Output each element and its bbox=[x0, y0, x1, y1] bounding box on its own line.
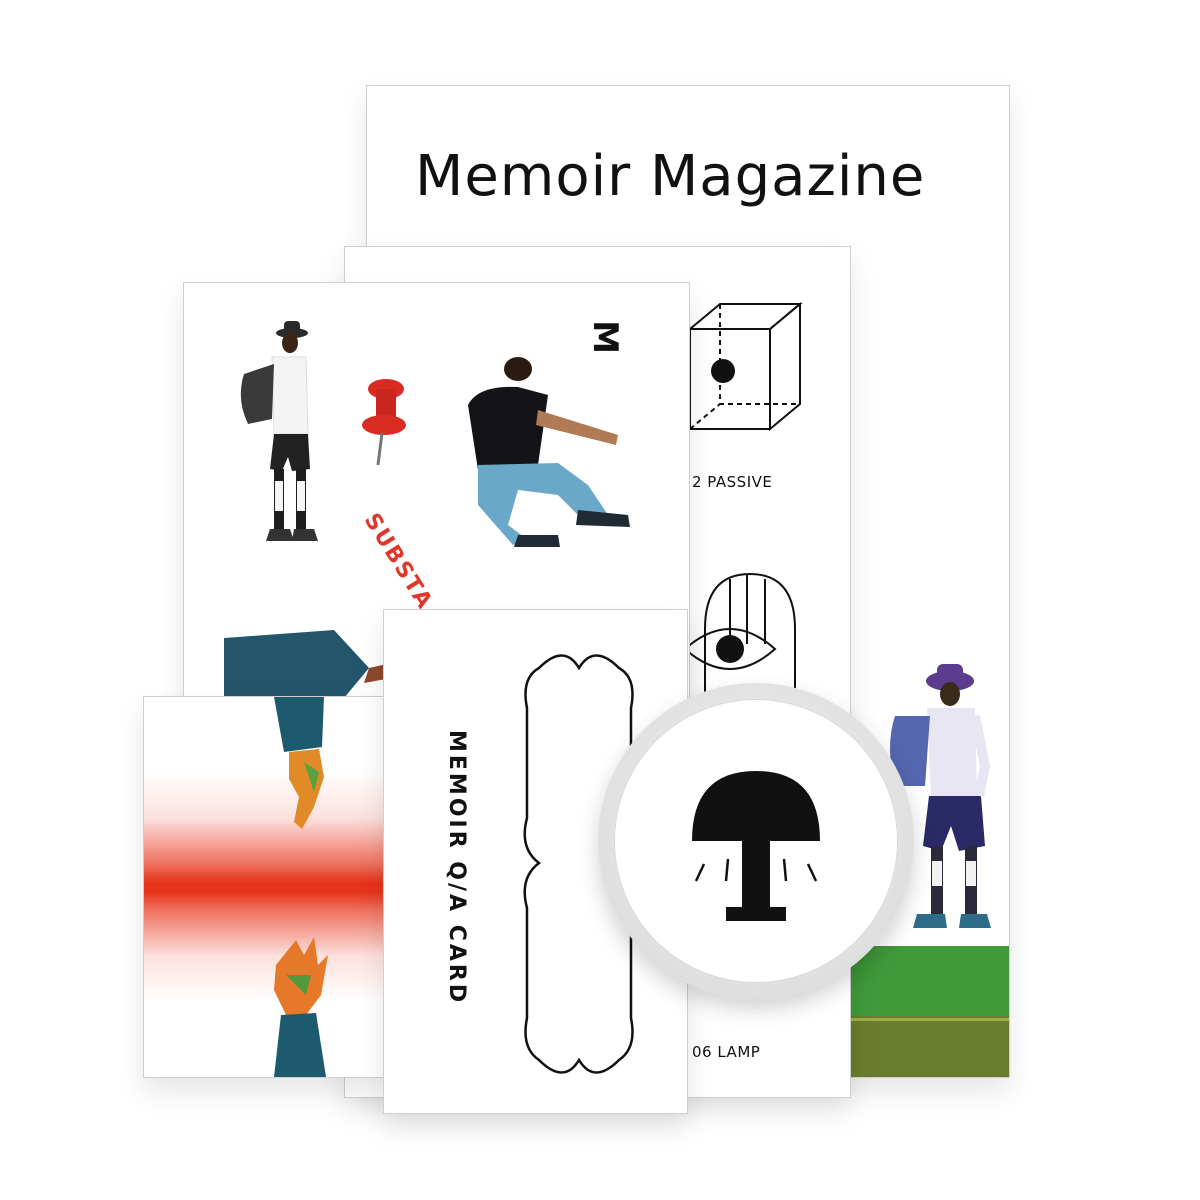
jumping-man-photo bbox=[468, 357, 630, 547]
magazine-title: Memoir Magazine bbox=[415, 144, 926, 209]
curved-brand-text: SUBSTA bbox=[358, 509, 438, 615]
reaching-hand-top-photo bbox=[274, 697, 324, 829]
sticker-label-passive: 2 PASSIVE bbox=[692, 473, 773, 491]
badge-face bbox=[614, 699, 898, 983]
lamp-badge bbox=[598, 683, 914, 999]
sticker-label-lamp: 06 LAMP bbox=[692, 1043, 761, 1061]
lamp-icon bbox=[692, 771, 820, 921]
arm-photo bbox=[224, 630, 392, 698]
pushpin-icon bbox=[362, 379, 406, 466]
walking-man-photo bbox=[240, 321, 318, 541]
gradient-card bbox=[143, 696, 389, 1078]
m-logo: M bbox=[584, 320, 625, 354]
camera-cube-icon bbox=[687, 301, 803, 432]
reaching-hand-bottom-photo bbox=[274, 937, 328, 1077]
qa-card-title: MEMOIR Q/A CARD bbox=[444, 730, 469, 1006]
